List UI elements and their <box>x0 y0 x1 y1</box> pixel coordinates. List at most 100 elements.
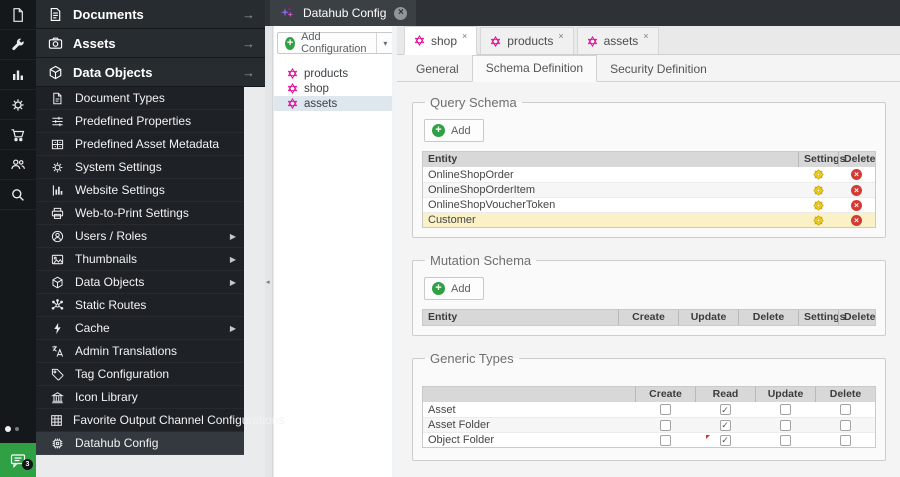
submenu-item-website-settings[interactable]: Website Settings <box>36 179 244 202</box>
editor-tab-products[interactable]: products × <box>480 27 574 54</box>
column-header-delete[interactable]: Delete <box>838 310 876 325</box>
add-configuration-button[interactable]: + Add Configuration ▾ <box>277 31 395 55</box>
users-icon[interactable] <box>0 150 36 180</box>
arrow-right-icon: → <box>242 6 255 22</box>
printer-icon <box>50 207 65 220</box>
close-icon[interactable]: × <box>462 31 467 41</box>
gear-icon[interactable] <box>0 90 36 120</box>
submenu-item-system-settings[interactable]: System Settings <box>36 156 244 179</box>
collapse-left-icon[interactable]: ◂ <box>266 278 270 286</box>
table-row-selected[interactable]: Customer × <box>423 212 875 227</box>
table-row[interactable]: OnlineShopVoucherToken × <box>423 197 875 212</box>
file-icon[interactable] <box>0 0 36 30</box>
column-header-settings[interactable]: Settings <box>798 152 845 167</box>
generic-types-grid: Create Read Update Delete Asset Asset Fo… <box>422 386 876 448</box>
submenu-item-tag-configuration[interactable]: Tag Configuration <box>36 363 244 386</box>
close-icon[interactable]: × <box>643 31 648 41</box>
column-header-create[interactable]: Create <box>618 310 678 325</box>
search-icon[interactable] <box>0 180 36 210</box>
plus-icon: + <box>285 36 296 50</box>
table-row[interactable]: Asset <box>423 402 875 417</box>
menu-header-assets[interactable]: Assets → <box>36 29 265 58</box>
query-schema-legend: Query Schema <box>430 95 517 110</box>
mutation-schema-add-button[interactable]: + Add <box>424 277 484 300</box>
tree-item-products[interactable]: products <box>274 66 392 81</box>
menu-header-data-objects[interactable]: Data Objects → <box>36 58 265 87</box>
bar-chart-icon[interactable] <box>0 60 36 90</box>
editor-panel: shop × products × assets × General Schem… <box>397 26 900 477</box>
delete-checkbox[interactable] <box>839 404 851 415</box>
submenu-item-users-roles[interactable]: Users / Roles ▶ <box>36 225 244 248</box>
panel-splitter[interactable]: ◂ <box>265 26 273 477</box>
tree-item-assets[interactable]: assets <box>274 96 392 111</box>
submenu-item-document-types[interactable]: Document Types <box>36 87 244 110</box>
table-row[interactable]: OnlineShopOrderItem × <box>423 182 875 197</box>
submenu-item-favorite-output-channel-configurations[interactable]: Favorite Output Channel Configurations <box>36 409 284 432</box>
submenu-item-static-routes[interactable]: Static Routes <box>36 294 244 317</box>
delete-icon[interactable]: × <box>851 214 862 226</box>
tab-general[interactable]: General <box>403 57 472 82</box>
table-row[interactable]: Object Folder <box>423 432 875 447</box>
settings-gear-icon[interactable] <box>812 214 824 226</box>
tab-security-definition[interactable]: Security Definition <box>597 57 720 82</box>
workspace-tab-datahub-config[interactable]: Datahub Config × <box>270 0 417 26</box>
sparkles-icon <box>279 5 295 21</box>
read-checkbox[interactable] <box>719 404 731 415</box>
column-header-update[interactable]: Update <box>755 387 815 402</box>
dropdown-arrow-icon[interactable]: ▾ <box>376 33 393 53</box>
table-row[interactable]: Asset Folder <box>423 417 875 432</box>
submenu-item-cache[interactable]: Cache ▶ <box>36 317 244 340</box>
tree-item-shop[interactable]: shop <box>274 81 392 96</box>
column-header-delete[interactable]: Delete <box>815 387 875 402</box>
column-header-settings[interactable]: Settings <box>798 310 845 325</box>
editor-tab-assets[interactable]: assets × <box>576 27 659 54</box>
cart-icon[interactable] <box>0 120 36 150</box>
submenu-item-data-objects[interactable]: Data Objects ▶ <box>36 271 244 294</box>
settings-gear-icon[interactable] <box>812 184 824 196</box>
delete-icon[interactable]: × <box>851 199 862 211</box>
graphql-icon <box>287 98 298 109</box>
delete-icon[interactable]: × <box>851 169 862 180</box>
create-checkbox[interactable] <box>659 419 671 431</box>
create-checkbox[interactable] <box>659 404 671 415</box>
editor-tab-shop[interactable]: shop × <box>404 26 478 55</box>
update-checkbox[interactable] <box>779 404 791 415</box>
chevron-right-icon: ▶ <box>229 254 236 264</box>
column-header-read[interactable]: Read <box>695 387 755 402</box>
create-checkbox[interactable] <box>659 434 671 446</box>
column-header-delete[interactable]: Delete <box>838 152 876 167</box>
submenu-item-web-to-print-settings[interactable]: Web-to-Print Settings <box>36 202 244 225</box>
table-row[interactable]: OnlineShopOrder × <box>423 167 875 182</box>
schema-definition-content: Query Schema + Add Entity Settings Delet… <box>397 82 900 477</box>
tag-icon <box>50 368 65 381</box>
submenu-item-predefined-asset-metadata[interactable]: Predefined Asset Metadata <box>36 133 244 156</box>
delete-icon[interactable]: × <box>851 184 862 196</box>
read-checkbox[interactable] <box>719 434 731 446</box>
delete-checkbox[interactable] <box>839 419 851 431</box>
column-header-delete[interactable]: Delete <box>738 310 798 325</box>
submenu-item-icon-library[interactable]: Icon Library <box>36 386 244 409</box>
submenu-item-admin-translations[interactable]: Admin Translations <box>36 340 244 363</box>
submenu-item-thumbnails[interactable]: Thumbnails ▶ <box>36 248 244 271</box>
settings-gear-icon[interactable] <box>812 169 824 180</box>
submenu-item-datahub-config[interactable]: Datahub Config <box>36 432 244 455</box>
column-header-create[interactable]: Create <box>635 387 695 402</box>
cube-icon <box>48 65 63 80</box>
update-checkbox[interactable] <box>779 419 791 431</box>
mutation-schema-grid: Entity Create Update Delete Settings Del… <box>422 309 876 326</box>
close-icon[interactable]: × <box>558 31 563 41</box>
column-header-entity[interactable]: Entity <box>423 152 798 167</box>
submenu-item-predefined-properties[interactable]: Predefined Properties <box>36 110 244 133</box>
column-header-entity[interactable]: Entity <box>423 310 618 325</box>
query-schema-add-button[interactable]: + Add <box>424 119 484 142</box>
close-icon[interactable]: × <box>394 6 408 20</box>
read-checkbox[interactable] <box>719 419 731 431</box>
delete-checkbox[interactable] <box>839 434 851 446</box>
tab-schema-definition[interactable]: Schema Definition <box>471 55 598 82</box>
update-checkbox[interactable] <box>779 434 791 446</box>
menu-header-documents[interactable]: Documents → <box>36 0 265 29</box>
settings-gear-icon[interactable] <box>812 199 824 211</box>
chat-button[interactable]: 3 <box>0 443 36 477</box>
column-header-update[interactable]: Update <box>678 310 738 325</box>
wrench-icon[interactable] <box>0 30 36 60</box>
